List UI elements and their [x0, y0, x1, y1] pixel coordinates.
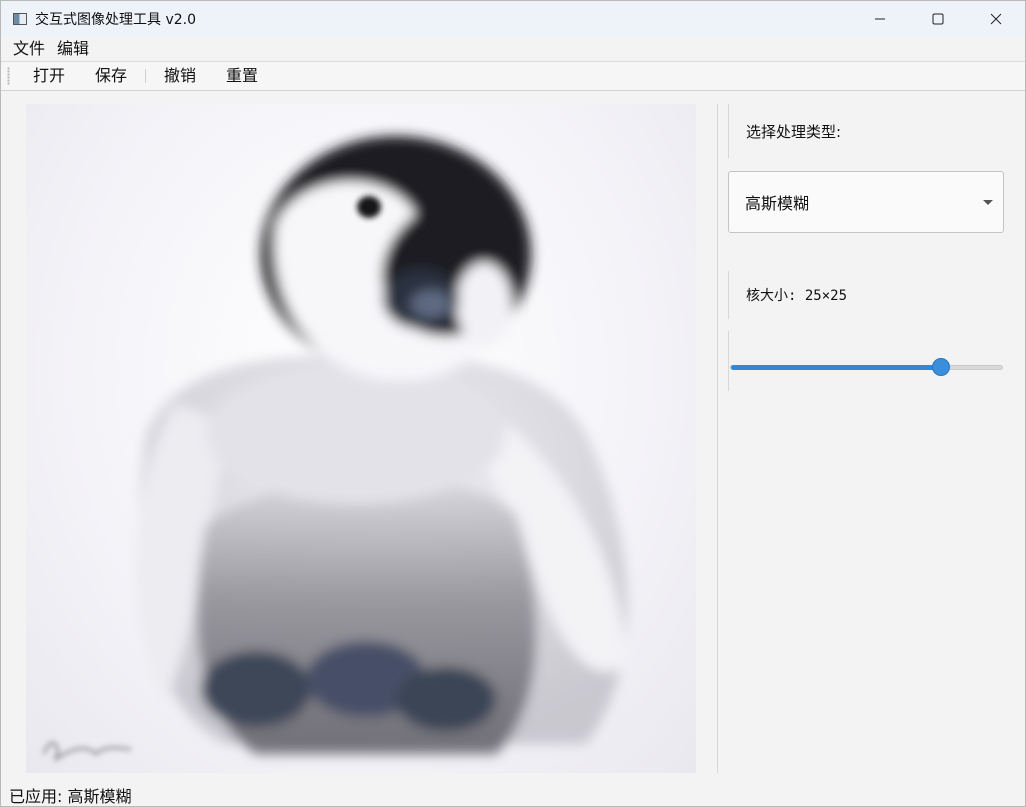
title-bar[interactable]: 交互式图像处理工具 v2.0 [1, 1, 1025, 37]
menu-bar: 文件 编辑 [1, 37, 1025, 61]
undo-button[interactable]: 撤销 [149, 62, 211, 90]
close-button[interactable] [967, 1, 1025, 37]
chevron-down-icon [983, 200, 993, 205]
image-canvas[interactable] [26, 104, 696, 773]
processing-type-dropdown[interactable]: 高斯模糊 [728, 171, 1004, 233]
kernel-size-text: 核大小: 25×25 [746, 288, 848, 304]
slider-thumb[interactable] [931, 358, 950, 376]
toolbar: 打开 保存 撤销 重置 [1, 61, 1025, 91]
maximize-icon [932, 13, 944, 25]
toolbar-separator [145, 69, 147, 83]
slider-track[interactable] [730, 365, 1003, 370]
open-button[interactable]: 打开 [18, 62, 80, 90]
close-icon [990, 13, 1002, 25]
dropdown-selected-value: 高斯模糊 [745, 194, 810, 213]
minimize-button[interactable] [851, 1, 909, 37]
slider-fill [731, 365, 942, 370]
status-bar: 已应用: 高斯模糊 [1, 784, 1025, 806]
kernel-size-slider[interactable] [728, 331, 1004, 391]
app-icon [13, 13, 27, 25]
menu-file[interactable]: 文件 [1, 37, 53, 61]
window-title: 交互式图像处理工具 v2.0 [35, 12, 196, 28]
status-text: 已应用: 高斯模糊 [9, 787, 132, 806]
reset-button[interactable]: 重置 [211, 62, 273, 90]
toolbar-grip[interactable] [7, 67, 10, 85]
minimize-icon [875, 18, 885, 20]
maximize-button[interactable] [909, 1, 967, 37]
type-label: 选择处理类型: [728, 104, 1004, 158]
window-controls [851, 1, 1025, 37]
blurred-penguin-image [42, 136, 628, 763]
save-button[interactable]: 保存 [80, 62, 142, 90]
kernel-size-label: 核大小: 25×25 [728, 271, 1004, 319]
panel-divider[interactable] [717, 104, 718, 773]
app-window: 交互式图像处理工具 v2.0 文件 编辑 打开 保存 撤销 重置 选择处理类型:… [0, 0, 1026, 807]
menu-edit[interactable]: 编辑 [53, 37, 97, 61]
settings-panel: 选择处理类型: 高斯模糊 核大小: 25×25 [728, 104, 1004, 773]
